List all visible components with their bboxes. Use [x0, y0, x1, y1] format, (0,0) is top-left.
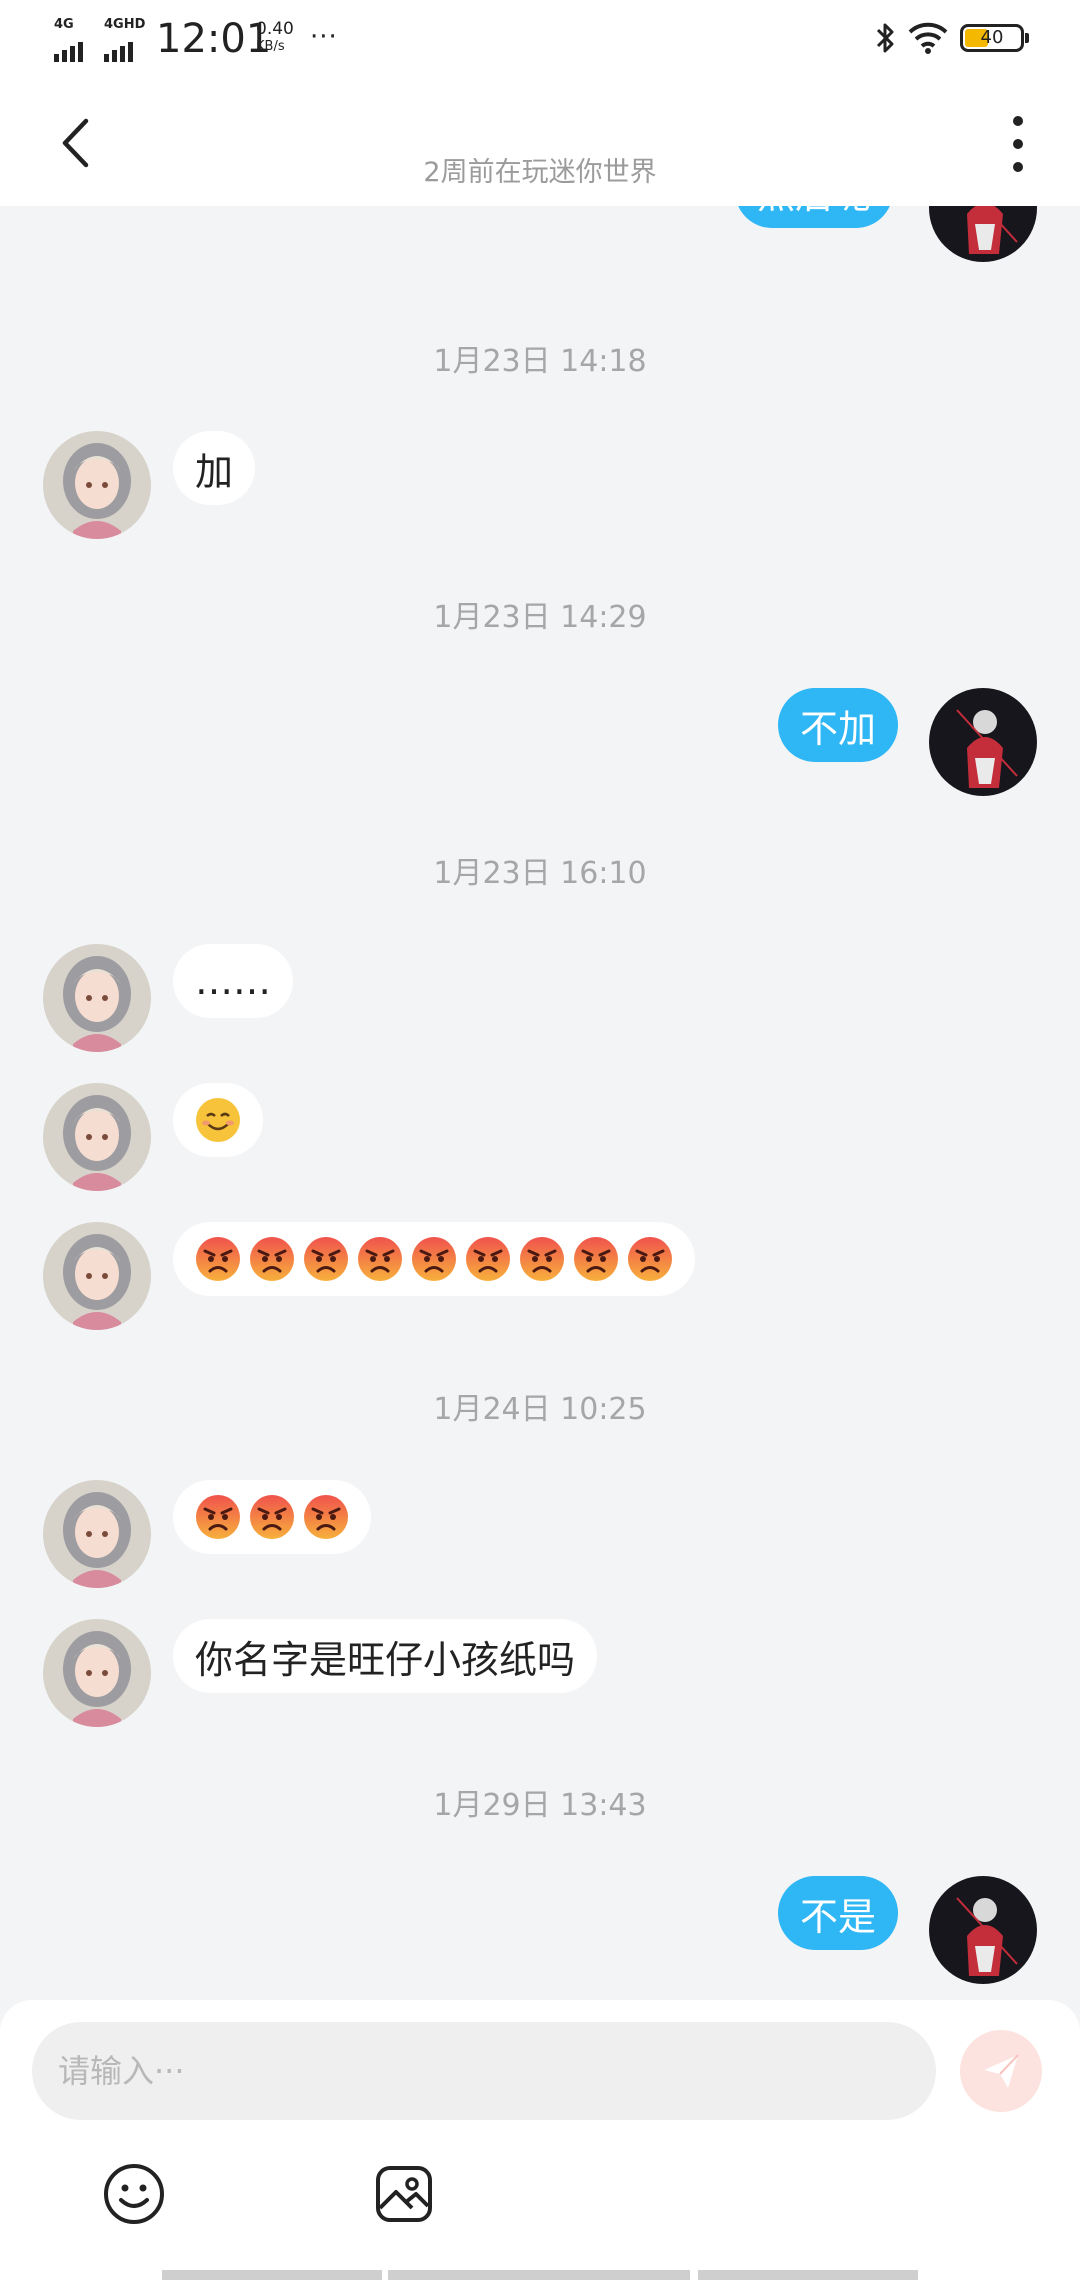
my-avatar[interactable]	[929, 206, 1037, 262]
message-bubble-incoming[interactable]	[173, 1480, 371, 1554]
message-bubble-outgoing[interactable]: 不加	[778, 688, 899, 762]
status-more: ···	[310, 22, 338, 52]
sim2-label: 4GHD	[104, 17, 146, 32]
angry-face-icon	[520, 1237, 564, 1281]
input-area	[0, 2000, 1080, 2280]
contact-avatar[interactable]	[43, 1083, 151, 1191]
message-text: 加	[195, 449, 234, 494]
angry-face-icon	[250, 1495, 294, 1539]
emoji-icon[interactable]	[102, 2162, 166, 2226]
message-text: 不加	[800, 706, 877, 751]
contact-avatar[interactable]	[43, 1222, 151, 1330]
message-bubble-outgoing[interactable]: 不是	[778, 1876, 899, 1950]
angry-face-icon	[304, 1237, 348, 1281]
contact-avatar[interactable]	[43, 1480, 151, 1588]
timestamp: 1月23日 14:29	[433, 600, 647, 635]
keyboard-handle	[0, 2270, 1080, 2280]
battery-icon: 40	[960, 24, 1029, 52]
status-time: 12:01	[156, 16, 272, 62]
more-vertical-icon	[1013, 116, 1023, 126]
online-status: 2周前在玩迷你世界	[423, 157, 657, 188]
image-icon[interactable]	[374, 2164, 434, 2224]
wifi-icon	[908, 22, 948, 54]
my-avatar[interactable]	[929, 688, 1037, 796]
message-bubble-outgoing[interactable]: 然后呢	[735, 206, 894, 228]
status-bar: 4G 4GHD 12:01 0.40 KB/s ··· 40	[0, 0, 1080, 80]
angry-face-icon	[250, 1237, 294, 1281]
angry-face-icon	[304, 1495, 348, 1539]
smiling-face-icon	[196, 1098, 240, 1142]
message-text: 你名字是旺仔小孩纸吗	[195, 1637, 576, 1682]
more-options-button[interactable]	[1000, 116, 1036, 172]
angry-face-icon	[196, 1495, 240, 1539]
contact-avatar[interactable]	[43, 1619, 151, 1727]
angry-face-icon	[412, 1237, 456, 1281]
message-bubble-incoming[interactable]: ……	[173, 944, 293, 1018]
chat-messages[interactable]: 然后呢 1月23日 14:18 加 1月23日 14:29 不加 1月23日 1…	[0, 206, 1080, 2000]
timestamp: 1月23日 16:10	[433, 856, 647, 891]
contact-avatar[interactable]	[43, 431, 151, 539]
sim1-label: 4G	[54, 17, 74, 32]
angry-face-icon	[358, 1237, 402, 1281]
bluetooth-icon	[876, 23, 894, 53]
angry-face-icon	[196, 1237, 240, 1281]
message-text: 然后呢	[757, 206, 871, 219]
contact-avatar[interactable]	[43, 944, 151, 1052]
message-bubble-incoming[interactable]	[173, 1083, 263, 1157]
net-speed-value: 0.40	[256, 19, 294, 39]
message-bubble-incoming[interactable]	[173, 1222, 695, 1296]
message-input[interactable]	[32, 2022, 936, 2120]
timestamp: 1月24日 10:25	[433, 1392, 647, 1427]
my-avatar[interactable]	[929, 1876, 1037, 1984]
message-text: ……	[195, 959, 271, 1003]
send-icon	[984, 2054, 1019, 2088]
angry-face-icon	[466, 1237, 510, 1281]
timestamp: 1月23日 14:18	[433, 344, 647, 379]
net-speed: 0.40 KB/s	[256, 20, 294, 56]
chat-header: 2周前在玩迷你世界	[0, 80, 1080, 206]
angry-face-icon	[574, 1237, 618, 1281]
message-bubble-incoming[interactable]: 你名字是旺仔小孩纸吗	[173, 1619, 598, 1693]
message-bubble-incoming[interactable]: 加	[173, 431, 256, 505]
battery-level: 40	[980, 27, 1004, 48]
message-text: 不是	[800, 1894, 877, 1939]
angry-face-icon	[628, 1237, 672, 1281]
net-speed-unit: KB/s	[256, 39, 285, 54]
send-button[interactable]	[960, 2030, 1042, 2112]
timestamp: 1月29日 13:43	[433, 1788, 647, 1823]
